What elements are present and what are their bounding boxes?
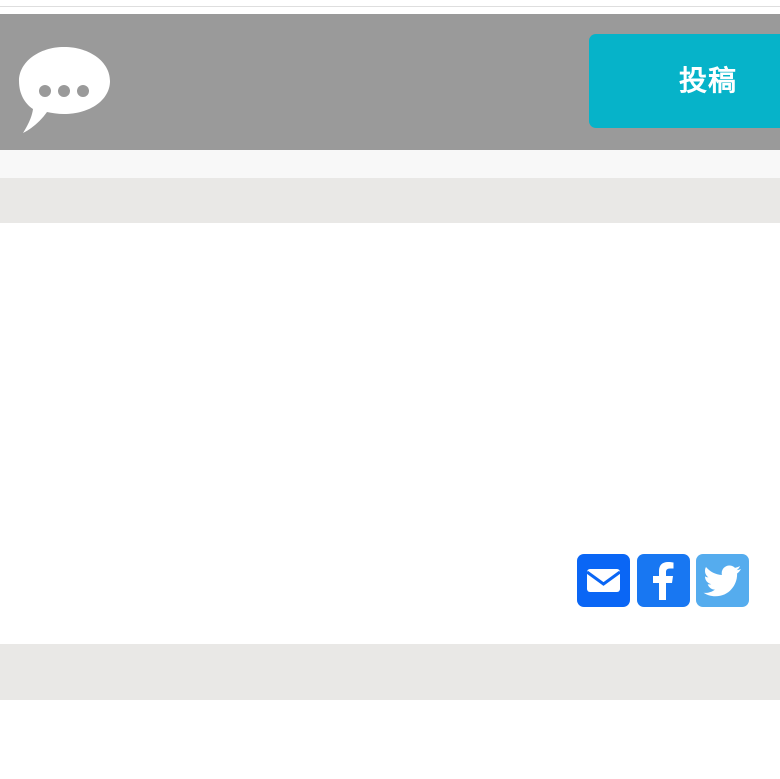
top-divider [0,0,780,7]
twitter-icon [703,565,741,597]
section-divider-bottom [0,644,780,700]
spacer-strip [0,150,780,178]
post-button[interactable]: 投稿 [589,34,780,128]
facebook-icon [653,562,674,600]
section-divider-top [0,178,780,223]
share-facebook-button[interactable] [637,554,690,607]
mail-icon [586,569,621,592]
share-mail-button[interactable] [577,554,630,607]
header-bar: 投稿 [0,14,780,150]
speech-bubble-icon [18,46,112,138]
share-twitter-button[interactable] [696,554,749,607]
